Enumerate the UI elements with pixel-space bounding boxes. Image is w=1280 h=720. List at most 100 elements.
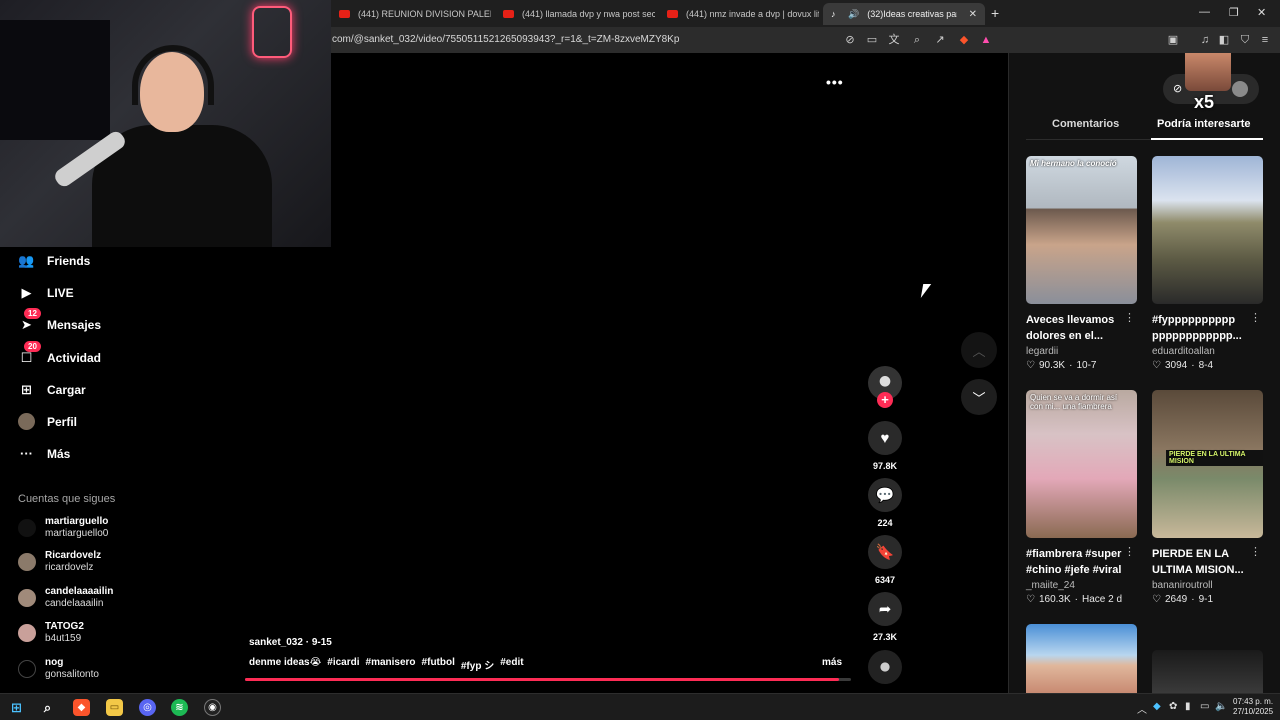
card-options-icon[interactable]: ⋮ xyxy=(1250,311,1261,324)
zoom-icon[interactable]: ⌕ xyxy=(910,33,924,47)
share-icon[interactable]: ↗ xyxy=(933,33,947,47)
spotify-icon[interactable]: ≋ xyxy=(171,699,188,716)
like-action[interactable]: ♥ 97.8K xyxy=(868,421,902,471)
minimize-icon[interactable]: — xyxy=(1199,6,1210,18)
card-options-icon[interactable]: ⋮ xyxy=(1124,311,1135,324)
nav-messages[interactable]: ➤ 12 Mensajes xyxy=(18,308,101,333)
hashtag[interactable]: #futbol xyxy=(422,657,455,672)
browser-tab-active[interactable]: ♪ 🔊 (32)Ideas creativas para video ✕ xyxy=(823,3,985,25)
file-explorer-icon[interactable]: ▭ xyxy=(106,699,123,716)
hashtag[interactable]: #icardi xyxy=(327,657,359,672)
discord-icon[interactable]: ◎ xyxy=(139,699,156,716)
previous-video-button[interactable]: ︿ xyxy=(961,332,997,368)
video-thumbnail[interactable]: Mi hermano la conoció xyxy=(1026,156,1137,304)
obs-icon[interactable]: ◉ xyxy=(204,699,221,716)
microphone-icon[interactable]: ▮ xyxy=(1185,701,1191,712)
sidebar-icon[interactable]: ◧ xyxy=(1217,33,1231,47)
video-thumbnail[interactable]: Quien se va a dormir así con mi... una f… xyxy=(1026,390,1137,538)
save-action[interactable]: 🔖 6347 xyxy=(868,535,902,585)
card-likes: 2649 xyxy=(1164,594,1188,605)
card-title[interactable]: PIERDE EN LA ULTIMA MISION... xyxy=(1152,546,1263,578)
nav-profile[interactable]: Perfil xyxy=(18,413,77,430)
nav-live[interactable]: ▶ LIVE xyxy=(18,284,74,301)
brave-rewards-icon[interactable]: ▲ xyxy=(979,33,993,47)
bookmark-icon[interactable]: 🔖 xyxy=(868,535,902,569)
following-account[interactable]: martiarguello martiarguello0 xyxy=(18,516,108,540)
close-tab-icon[interactable]: ✕ xyxy=(969,9,977,20)
card-date: Hace 2 d xyxy=(1082,594,1123,605)
tab-comments[interactable]: Comentarios xyxy=(1052,118,1119,130)
video-thumbnail[interactable] xyxy=(1026,624,1137,693)
restore-icon[interactable]: ❐ xyxy=(1229,6,1239,19)
search-icon[interactable]: ⌕ xyxy=(39,699,56,716)
video-thumbnail[interactable] xyxy=(1152,650,1263,693)
card-author[interactable]: bananiroutroll xyxy=(1152,580,1263,591)
browser-tab-1[interactable]: (441) REUNION DIVISION PALERMO xyxy=(331,3,491,25)
following-account[interactable]: Ricardovelz ricardovelz xyxy=(18,550,101,574)
heart-icon[interactable]: ♥ xyxy=(868,421,902,455)
follow-plus-icon[interactable]: + xyxy=(877,392,893,408)
video-card[interactable]: Quien se va a dormir así con mi... una f… xyxy=(1026,390,1137,605)
hashtag[interactable]: #edit xyxy=(500,657,523,672)
comment-action[interactable]: 💬 224 xyxy=(868,478,902,528)
video-card[interactable]: PIERDE EN LA ULTIMA MISION PIERDE EN LA … xyxy=(1152,390,1263,605)
tracking-off-icon[interactable]: ⊘ xyxy=(843,33,857,47)
menu-icon[interactable]: ≡ xyxy=(1258,33,1272,47)
nav-upload[interactable]: ⊞ Cargar xyxy=(18,381,86,398)
next-video-button[interactable]: ﹀ xyxy=(961,379,997,415)
brave-browser-icon[interactable]: ◆ xyxy=(73,699,90,716)
music-disc-icon[interactable] xyxy=(868,650,902,684)
volume-icon[interactable]: 🔈 xyxy=(1215,701,1227,712)
share-arrow-icon[interactable]: ➦ xyxy=(868,592,902,626)
tray-expand-icon[interactable]: ︿ xyxy=(1137,701,1147,716)
tray-app-icon[interactable]: ◆ xyxy=(1153,701,1161,712)
url-field[interactable]: com/@sanket_032/video/755051152126509394… xyxy=(332,34,679,45)
nav-more[interactable]: ··· Más xyxy=(18,445,70,462)
video-progress-bar[interactable] xyxy=(245,678,851,681)
thumbnail-caption: Quien se va a dormir así con mi... una f… xyxy=(1030,393,1118,411)
video-card[interactable]: #fypppppppppp pppppppppppp... ⋮ eduardit… xyxy=(1152,156,1263,371)
media-icon[interactable]: ♫ xyxy=(1198,33,1212,47)
cast-icon[interactable]: ▭ xyxy=(865,33,879,47)
nav-friends[interactable]: 👥 Friends xyxy=(18,252,90,269)
video-author[interactable]: sanket_032 · 9-15 xyxy=(249,637,332,648)
hashtag[interactable]: #manisero xyxy=(366,657,416,672)
new-tab-button[interactable]: + xyxy=(991,5,999,21)
close-window-icon[interactable]: ✕ xyxy=(1257,6,1266,19)
card-title[interactable]: #fypppppppppp pppppppppppp... xyxy=(1152,312,1263,344)
card-author[interactable]: legardii xyxy=(1026,346,1137,357)
caption-more-link[interactable]: más xyxy=(822,657,842,668)
system-clock[interactable]: 07:43 p. m. 27/10/2025 xyxy=(1233,697,1273,717)
following-account[interactable]: TATOG2 b4ut159 xyxy=(18,621,84,645)
card-options-icon[interactable]: ⋮ xyxy=(1250,545,1261,558)
reader-icon[interactable]: ▣ xyxy=(1166,33,1180,47)
nav-activity[interactable]: ☐ 20 Actividad xyxy=(18,341,101,366)
video-options-icon[interactable]: ••• xyxy=(826,74,844,90)
vpn-shield-icon[interactable]: ⛉ xyxy=(1238,33,1252,47)
following-account[interactable]: candelaaaailin candelaaailin xyxy=(18,586,113,610)
card-title[interactable]: #fiambrera #super #chino #jefe #viral xyxy=(1026,546,1137,578)
video-thumbnail[interactable] xyxy=(1152,156,1263,304)
card-options-icon[interactable]: ⋮ xyxy=(1124,545,1135,558)
tab-recommended[interactable]: Podría interesarte xyxy=(1157,118,1251,130)
share-action[interactable]: ➦ 27.3K xyxy=(868,592,902,642)
network-icon[interactable]: ▭ xyxy=(1200,701,1209,712)
thumbnail-caption: Mi hermano la conoció xyxy=(1030,159,1117,168)
windows-start-icon[interactable]: ⊞ xyxy=(8,699,25,716)
brave-shield-icon[interactable]: ◆ xyxy=(957,33,971,47)
browser-tab-3[interactable]: (441) nmz invade a dvp | dovux life xyxy=(659,3,819,25)
card-title[interactable]: Aveces llevamos dolores en el... xyxy=(1026,312,1137,344)
hashtag[interactable]: #fyp シ xyxy=(461,657,494,672)
browser-tab-2[interactable]: (441) llamada dvp y nwa post secuestro xyxy=(495,3,655,25)
video-card[interactable]: Mi hermano la conoció Aveces llevamos do… xyxy=(1026,156,1137,371)
card-author[interactable]: eduarditoallan xyxy=(1152,346,1263,357)
following-account[interactable]: nog gonsalitonto xyxy=(18,657,99,681)
comment-icon[interactable]: 💬 xyxy=(868,478,902,512)
translate-icon[interactable]: 文 xyxy=(887,33,901,47)
tray-app-icon[interactable]: ✿ xyxy=(1169,701,1177,712)
card-author[interactable]: _maiite_24 xyxy=(1026,580,1137,591)
video-thumbnail[interactable]: PIERDE EN LA ULTIMA MISION xyxy=(1152,390,1263,538)
tiktok-icon: ♪ xyxy=(831,9,836,19)
video-player[interactable] xyxy=(331,53,1008,693)
separator: · xyxy=(1191,594,1195,605)
